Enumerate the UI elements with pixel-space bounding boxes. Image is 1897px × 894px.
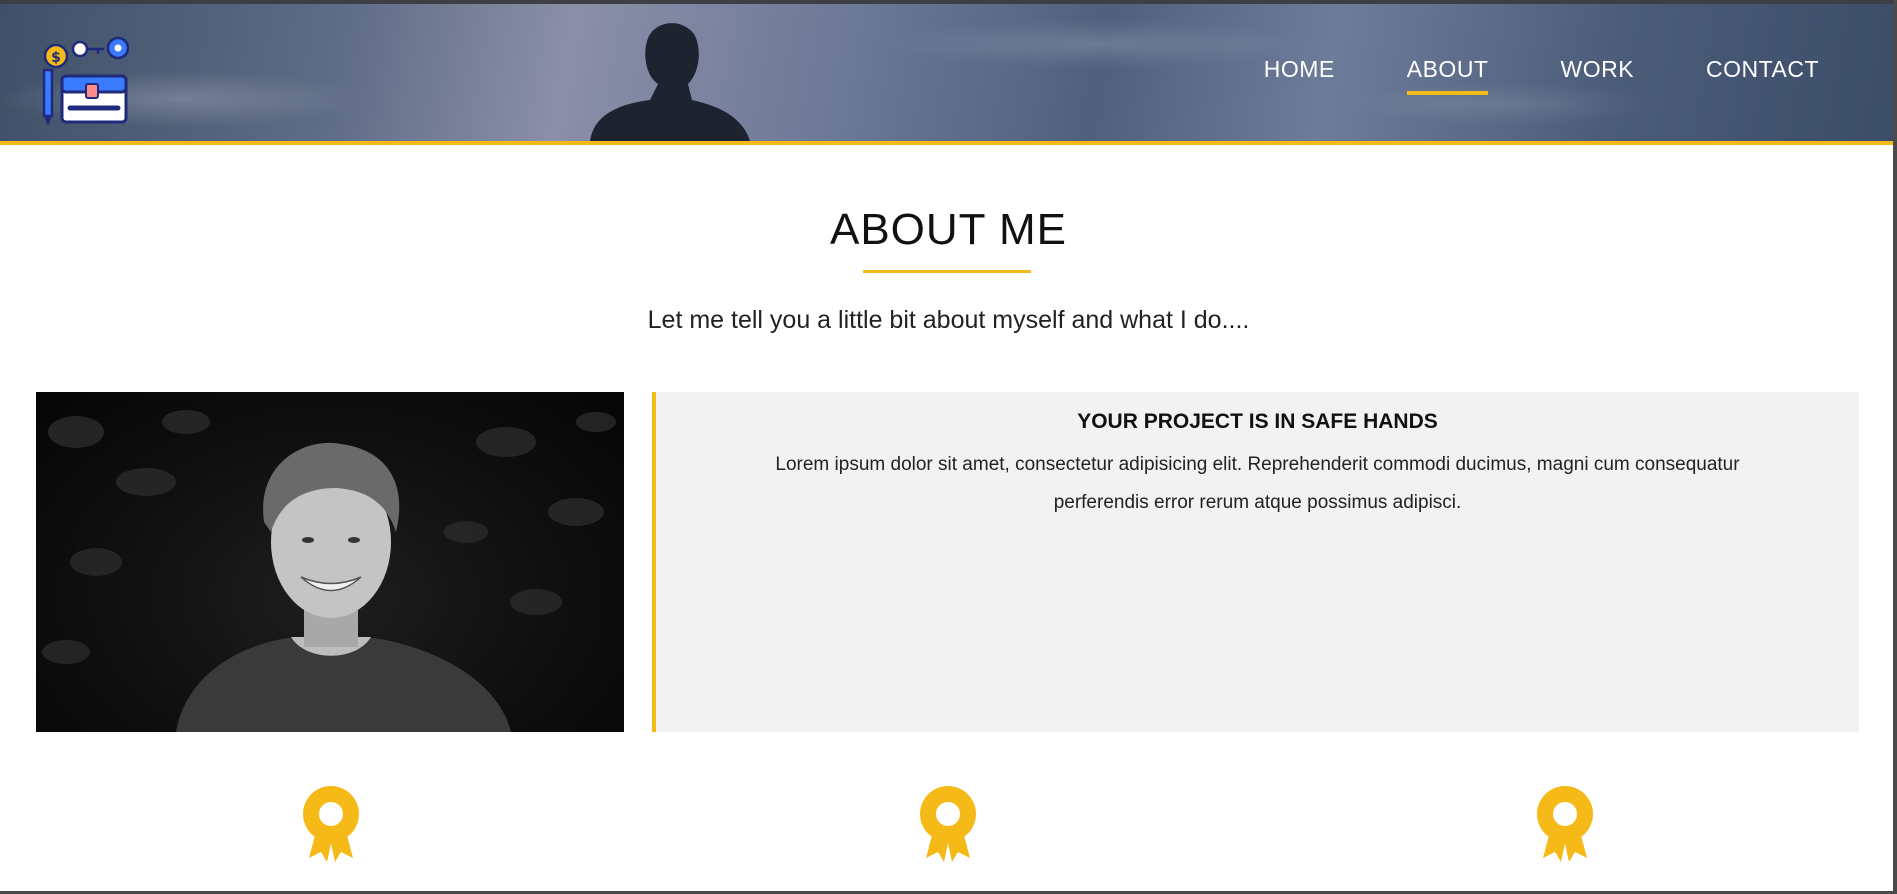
nav-about[interactable]: ABOUT bbox=[1406, 56, 1489, 95]
nav-contact[interactable]: CONTACT bbox=[1706, 56, 1819, 95]
svg-text:$: $ bbox=[51, 50, 61, 66]
info-card: YOUR PROJECT IS IN SAFE HANDS Lorem ipsu… bbox=[652, 392, 1859, 732]
main-nav: HOME ABOUT WORK CONTACT bbox=[1264, 56, 1819, 95]
page: $ HOME ABOUT WORK CONTACT ABOUT ME Let m… bbox=[0, 0, 1897, 894]
nav-home[interactable]: HOME bbox=[1264, 56, 1335, 95]
toolkit-briefcase-icon[interactable]: $ bbox=[40, 36, 136, 128]
card-text: Lorem ipsum dolor sit amet, consectetur … bbox=[775, 454, 1740, 513]
title-underline bbox=[863, 270, 1031, 273]
section-title: ABOUT ME bbox=[829, 205, 1067, 254]
nav-work[interactable]: WORK bbox=[1560, 56, 1634, 95]
award-icon bbox=[303, 786, 359, 862]
card-title: YOUR PROJECT IS IN SAFE HANDS bbox=[1077, 410, 1438, 433]
site-header: $ HOME ABOUT WORK CONTACT bbox=[0, 4, 1893, 145]
section-subtitle: Let me tell you a little bit about mysel… bbox=[647, 306, 1250, 334]
profile-photo bbox=[36, 392, 624, 732]
person-silhouette-image bbox=[590, 23, 750, 141]
window-right-edge bbox=[1893, 0, 1897, 894]
window-top-strip bbox=[0, 0, 1897, 4]
award-icon bbox=[1537, 786, 1593, 862]
award-icon bbox=[920, 786, 976, 862]
